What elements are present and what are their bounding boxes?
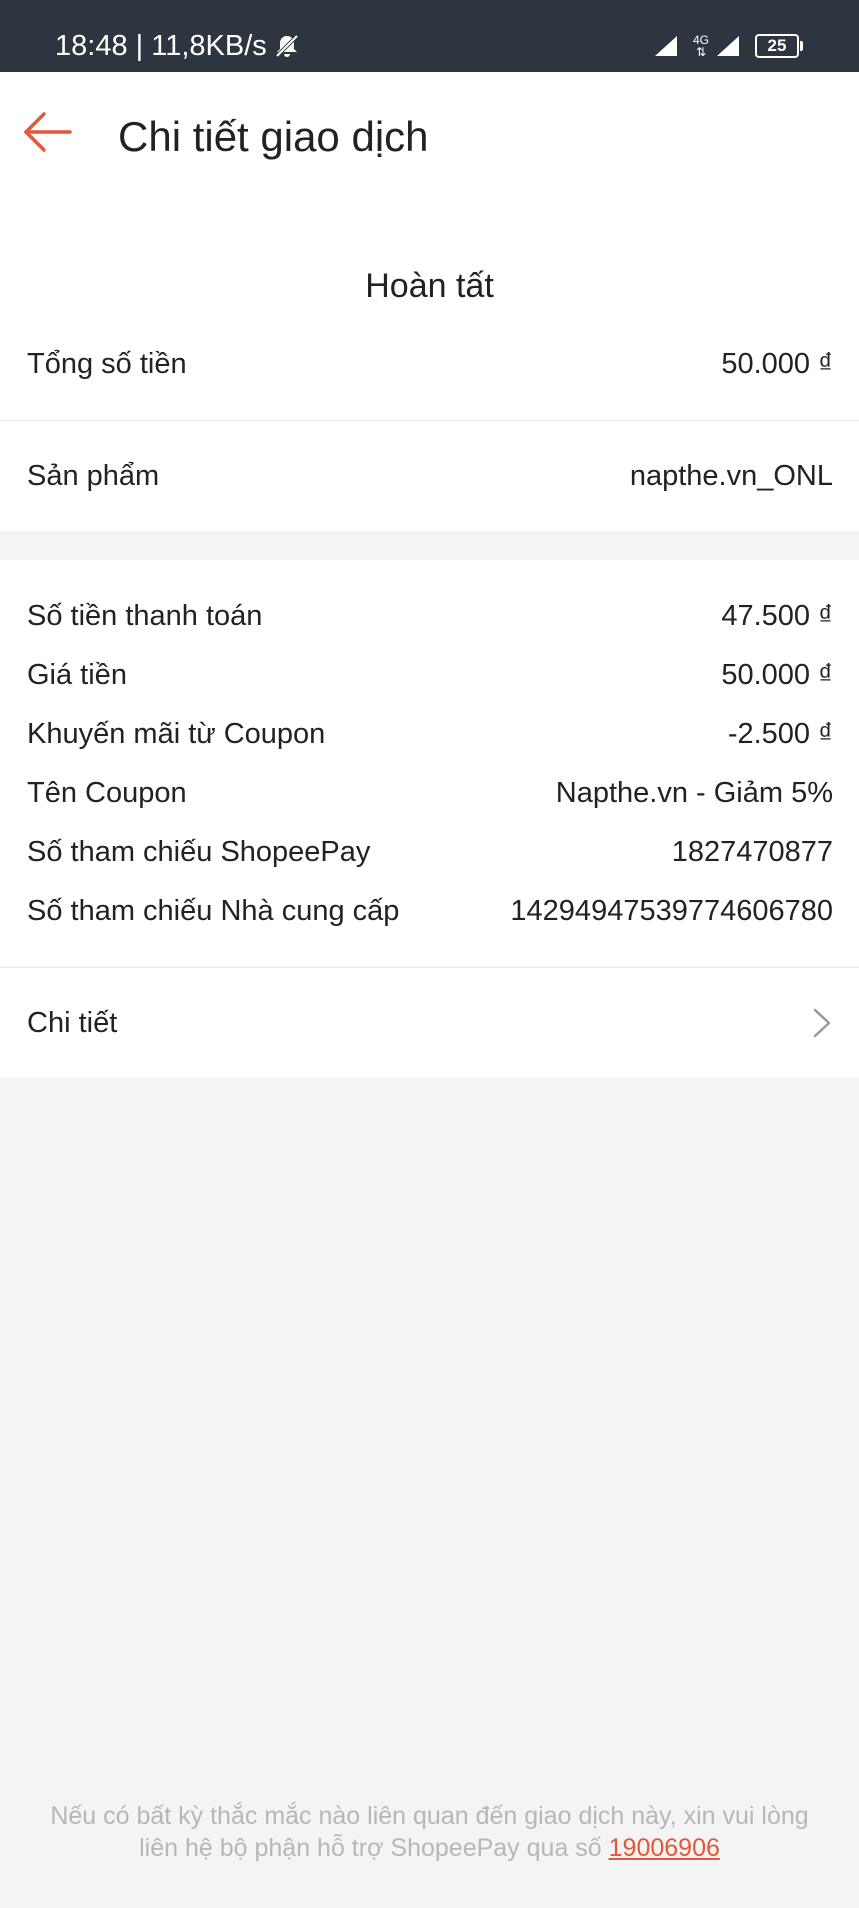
detail-row: Số tham chiếu ShopeePay 1827470877 <box>27 832 833 872</box>
app-header: Chi tiết giao dịch <box>0 72 859 195</box>
support-footer: Nếu có bất kỳ thắc mắc nào liên quan đến… <box>40 1800 819 1864</box>
more-details-content[interactable]: Chi tiết <box>27 1003 833 1043</box>
signal-icon-2 <box>715 34 741 58</box>
status-time-speed: 18:48 | 11,8KB/s <box>55 30 267 62</box>
detail-row: Giá tiền 50.000 ₫ <box>27 655 833 695</box>
detail-label: Số tham chiếu Nhà cung cấp <box>27 895 400 927</box>
page-title: Chi tiết giao dịch <box>118 113 429 160</box>
status-right: 4G ⇅ 25 <box>653 28 803 64</box>
detail-value: 47.500 ₫ <box>721 600 833 632</box>
product-label: Sản phẩm <box>27 460 160 492</box>
total-amount-row: Tổng số tiền 50.000 ₫ <box>27 344 833 384</box>
battery-icon: 25 <box>755 34 803 58</box>
detail-label: Số tham chiếu ShopeePay <box>27 836 371 868</box>
product-card: Sản phẩm napthe.vn_ONL <box>0 421 859 531</box>
signal-icon <box>653 34 679 58</box>
total-amount-value: 50.000 ₫ <box>721 348 833 380</box>
product-value: napthe.vn_ONL <box>629 460 833 492</box>
detail-row: Tên Coupon Napthe.vn - Giảm 5% <box>27 773 833 813</box>
summary-card: Hoàn tất Tổng số tiền 50.000 ₫ <box>0 194 859 421</box>
status-left: 18:48 | 11,8KB/s <box>55 28 301 64</box>
transaction-status: Hoàn tất <box>365 267 494 305</box>
status-bar: 18:48 | 11,8KB/s 4G ⇅ 25 <box>0 0 859 72</box>
network-4g-icon: 4G ⇅ <box>692 33 709 59</box>
product-row: Sản phẩm napthe.vn_ONL <box>27 456 833 496</box>
back-arrow-icon[interactable] <box>22 110 74 154</box>
detail-label: Giá tiền <box>27 659 127 691</box>
battery-level: 25 <box>767 36 787 55</box>
detail-value: 14294947539774606780 <box>510 895 833 927</box>
detail-label: Khuyến mãi từ Coupon <box>27 718 326 750</box>
bell-muted-icon <box>273 32 301 60</box>
detail-value: Napthe.vn - Giảm 5% <box>555 777 833 809</box>
chevron-right-icon <box>811 1006 833 1040</box>
more-details-label: Chi tiết <box>27 1007 118 1039</box>
detail-value: -2.500 ₫ <box>727 718 833 750</box>
detail-value: 1827470877 <box>671 836 833 868</box>
detail-row: Khuyến mãi từ Coupon -2.500 ₫ <box>27 714 833 754</box>
payment-details-card: Số tiền thanh toán 47.500 ₫ Giá tiền 50.… <box>0 560 859 966</box>
detail-label: Số tiền thanh toán <box>27 600 263 632</box>
detail-label: Tên Coupon <box>27 777 187 809</box>
more-details-row[interactable]: Chi tiết <box>0 967 859 1078</box>
detail-row: Số tiền thanh toán 47.500 ₫ <box>27 596 833 636</box>
detail-row: Số tham chiếu Nhà cung cấp 1429494753977… <box>27 891 833 931</box>
support-phone-link[interactable]: 19006906 <box>609 1834 720 1862</box>
detail-value: 50.000 ₫ <box>721 659 833 691</box>
total-amount-label: Tổng số tiền <box>27 348 187 380</box>
